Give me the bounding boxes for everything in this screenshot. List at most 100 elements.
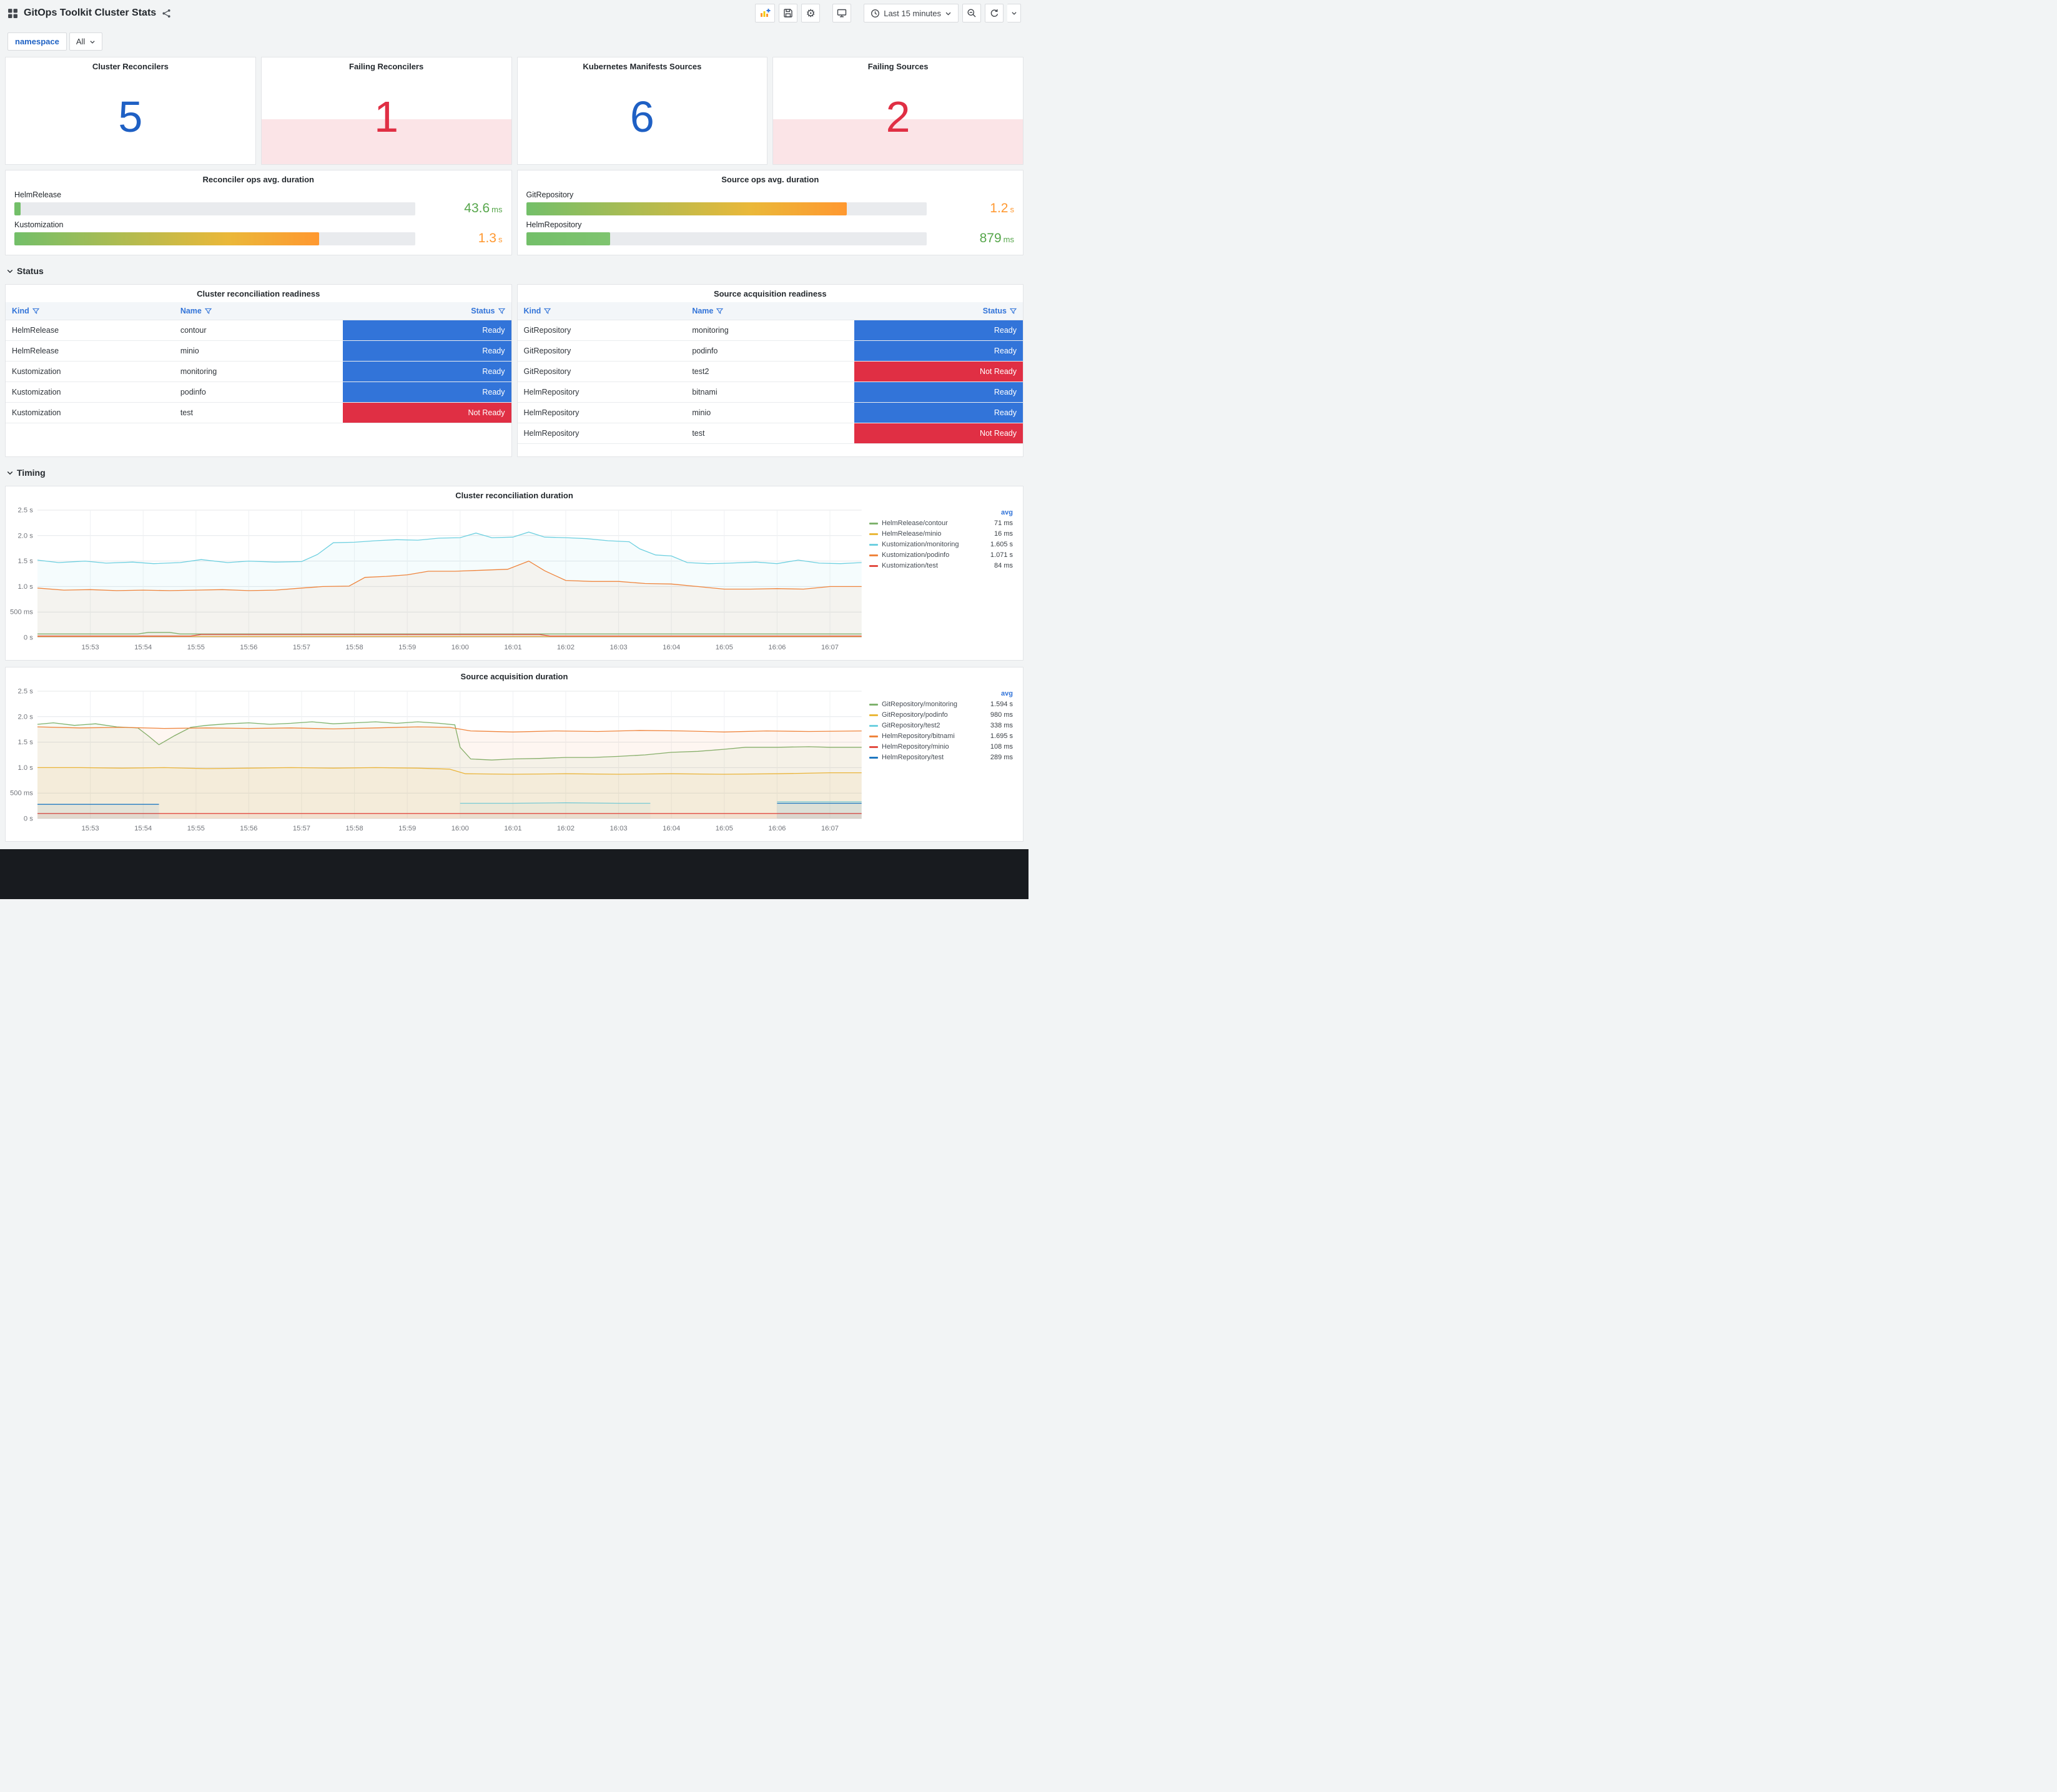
time-range-picker[interactable]: Last 15 minutes	[864, 4, 959, 22]
panel-title[interactable]: Cluster reconciliation duration	[6, 486, 1023, 504]
svg-text:16:07: 16:07	[821, 825, 839, 832]
stat-value: 5	[118, 92, 143, 141]
gauge-row: GitRepository 1.2 s	[526, 190, 1014, 216]
timeseries-plot[interactable]: 0 s 500 ms 1.0 s 1.5 s 2.0 s 2.5 s 15:53 15:54 1…	[7, 504, 869, 654]
zoom-out-button[interactable]	[962, 4, 981, 22]
panel-title[interactable]: Source ops avg. duration	[518, 170, 1024, 188]
series-name: HelmRelease/minio	[882, 530, 942, 538]
legend-item[interactable]: HelmRepository/minio 108 ms	[869, 742, 1013, 752]
panel-k8s-manifest-sources: Kubernetes Manifests Sources 6	[516, 57, 768, 165]
column-header-name[interactable]: Name	[174, 302, 343, 320]
svg-text:500 ms: 500 ms	[10, 609, 33, 616]
dashboards-grid-icon[interactable]	[7, 8, 18, 19]
legend-item[interactable]: HelmRelease/contour 71 ms	[869, 518, 1013, 529]
legend-item[interactable]: Kustomization/podinfo 1.071 s	[869, 550, 1013, 561]
svg-text:15:55: 15:55	[187, 644, 205, 651]
series-avg-value: 71 ms	[994, 519, 1013, 527]
svg-text:16:07: 16:07	[821, 644, 839, 651]
legend-item[interactable]: Kustomization/monitoring 1.605 s	[869, 539, 1013, 550]
series-color-mark	[869, 725, 878, 727]
variable-namespace-value[interactable]: All	[69, 32, 103, 51]
svg-text:2.5 s: 2.5 s	[18, 507, 34, 514]
column-header-kind[interactable]: Kind	[518, 302, 686, 320]
legend-item[interactable]: GitRepository/monitoring 1.594 s	[869, 699, 1013, 710]
section-row-status[interactable]: Status	[6, 263, 1024, 279]
save-dashboard-button[interactable]	[779, 4, 798, 22]
column-header-status[interactable]: Status	[343, 302, 511, 320]
series-avg-value: 980 ms	[990, 711, 1013, 719]
add-panel-button[interactable]	[755, 4, 776, 22]
series-color-mark	[869, 523, 878, 524]
svg-text:2.0 s: 2.0 s	[18, 713, 34, 721]
column-header-kind[interactable]: Kind	[6, 302, 174, 320]
series-color-mark	[869, 544, 878, 546]
legend-item[interactable]: HelmRepository/test 289 ms	[869, 752, 1013, 763]
series-name: Kustomization/podinfo	[882, 551, 950, 559]
gauge-bar	[526, 202, 847, 215]
svg-text:15:56: 15:56	[240, 825, 257, 832]
series-name: GitRepository/podinfo	[882, 711, 948, 719]
table-row: HelmRepository minio Ready	[517, 403, 1023, 423]
panel-title[interactable]: Reconciler ops avg. duration	[6, 170, 511, 188]
gauge-track	[14, 202, 415, 215]
column-header-name[interactable]: Name	[686, 302, 854, 320]
gauge-track	[526, 232, 927, 245]
legend-item[interactable]: GitRepository/podinfo 980 ms	[869, 710, 1013, 721]
svg-text:15:56: 15:56	[240, 644, 257, 651]
gauge-track	[14, 232, 415, 245]
svg-text:15:53: 15:53	[82, 825, 99, 832]
svg-text:16:03: 16:03	[610, 825, 628, 832]
legend-item[interactable]: HelmRelease/minio 16 ms	[869, 529, 1013, 539]
series-color-mark	[869, 714, 878, 716]
variable-namespace-label[interactable]: namespace	[7, 32, 67, 51]
gauge-label: HelmRelease	[14, 190, 62, 199]
table-row: HelmRepository test Not Ready	[517, 423, 1023, 444]
panel-title[interactable]: Source acquisition duration	[6, 667, 1023, 685]
panel-title[interactable]: Source acquisition readiness	[518, 285, 1024, 302]
legend-item[interactable]: GitRepository/test2 338 ms	[869, 721, 1013, 731]
gauge-value: 1.2 s	[990, 201, 1014, 215]
svg-text:16:05: 16:05	[716, 825, 733, 832]
gauge-label: HelmRepository	[526, 220, 582, 229]
refresh-interval-caret[interactable]	[1007, 4, 1021, 22]
svg-text:15:54: 15:54	[134, 644, 152, 651]
series-color-mark	[869, 704, 878, 706]
column-header-status[interactable]: Status	[854, 302, 1023, 320]
panel-title[interactable]: Cluster reconciliation readiness	[6, 285, 511, 302]
table-row: GitRepository podinfo Ready	[517, 341, 1023, 362]
gauge-bar	[14, 232, 319, 245]
series-name: Kustomization/test	[882, 562, 938, 569]
svg-text:500 ms: 500 ms	[10, 790, 33, 797]
svg-text:2.0 s: 2.0 s	[18, 532, 34, 539]
timeseries-plot[interactable]: 0 s 500 ms 1.0 s 1.5 s 2.0 s 2.5 s 15:53 15:54 1…	[7, 685, 869, 835]
gauge-value: 1.3 s	[478, 231, 503, 245]
legend-item[interactable]: Kustomization/test 84 ms	[869, 561, 1013, 571]
section-row-timing[interactable]: Timing	[6, 465, 1024, 481]
svg-text:1.5 s: 1.5 s	[18, 739, 34, 746]
svg-text:15:59: 15:59	[398, 825, 416, 832]
table-row: Kustomization test Not Ready	[6, 403, 511, 423]
svg-text:16:05: 16:05	[716, 644, 733, 651]
chevron-down-icon	[89, 39, 96, 45]
svg-text:16:06: 16:06	[768, 644, 786, 651]
legend-item[interactable]: HelmRepository/bitnami 1.695 s	[869, 731, 1013, 742]
share-icon[interactable]	[162, 9, 171, 18]
section-title: Timing	[17, 468, 46, 478]
refresh-button[interactable]	[985, 4, 1004, 22]
status-badge: Ready	[342, 320, 511, 340]
gauge-label: Kustomization	[14, 220, 64, 229]
settings-gear-button[interactable]: ⚙	[801, 4, 821, 22]
series-color-mark	[869, 533, 878, 535]
svg-text:16:04: 16:04	[663, 825, 680, 832]
dashboard-header: GitOps Toolkit Cluster Stats ⚙ Last 15 m…	[0, 0, 1028, 26]
bottom-dark-strip	[0, 849, 1028, 899]
panel-source-acquisition-readiness: Source acquisition readiness Kind Name S…	[516, 284, 1024, 457]
stat-value: 1	[374, 92, 399, 141]
stat-value: 2	[885, 92, 910, 141]
panel-failing-sources: Failing Sources 2	[772, 57, 1024, 165]
legend-avg-header: avg	[1001, 509, 1013, 516]
gauge-bar	[526, 232, 611, 245]
svg-text:16:01: 16:01	[504, 825, 521, 832]
cycle-view-monitor-button[interactable]	[832, 4, 852, 22]
panel-cluster-reconciliation-readiness: Cluster reconciliation readiness Kind Na…	[5, 284, 512, 457]
